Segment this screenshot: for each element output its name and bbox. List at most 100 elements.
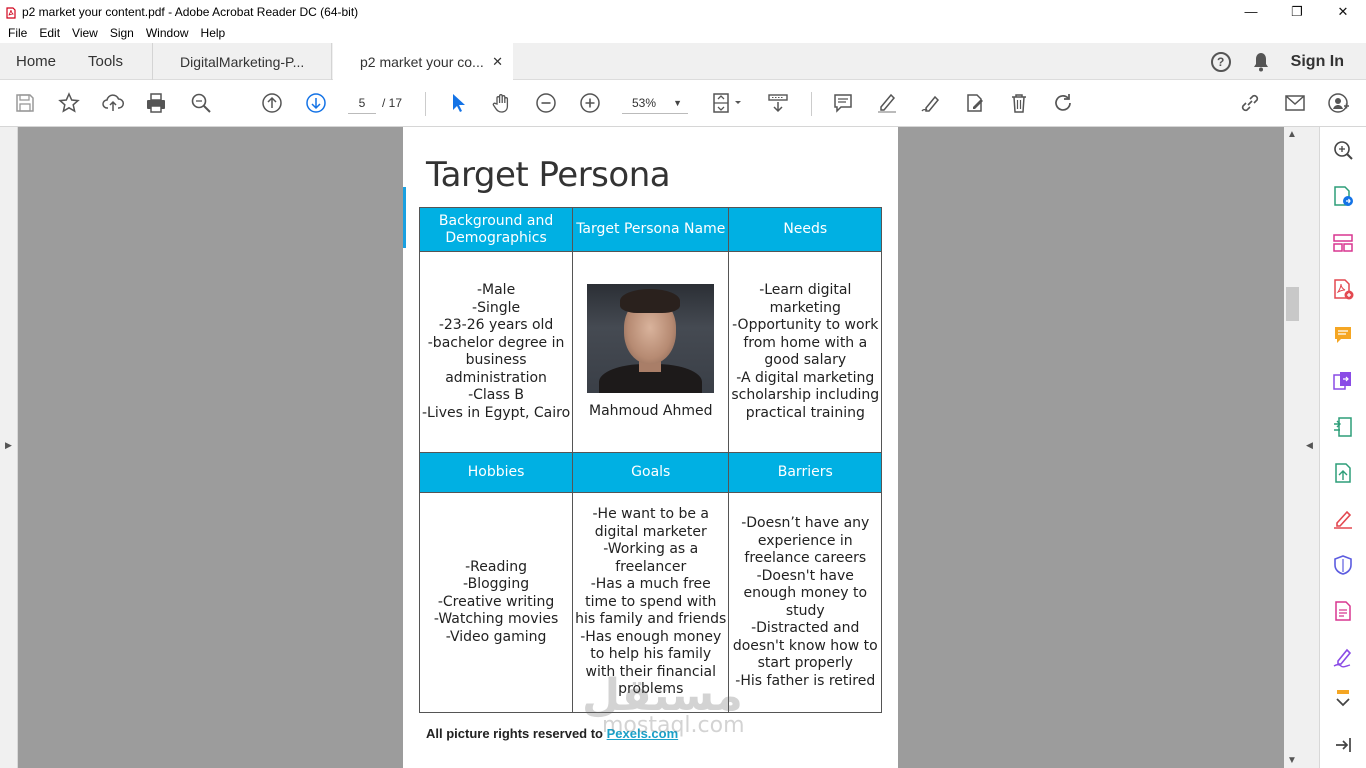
cell-line: -Video gaming (445, 628, 547, 645)
cell-line: -Doesn't have (756, 567, 854, 584)
cell-line: doesn't know how to (732, 637, 878, 654)
menu-bar: File Edit View Sign Window Help (0, 23, 1366, 43)
page-number-input[interactable]: 5 (348, 92, 376, 114)
export-pdf-icon[interactable] (1331, 184, 1355, 208)
upload-icon[interactable] (100, 90, 126, 116)
cell-line: digital marketer (594, 523, 707, 540)
document-viewer[interactable]: Target Persona Background and Demographi… (18, 127, 1284, 768)
combine-icon[interactable] (1331, 369, 1355, 393)
cell-line: to help his family (590, 646, 712, 663)
minimize-button[interactable]: — (1228, 0, 1274, 23)
comment-icon[interactable] (1331, 323, 1355, 347)
table-row: -Reading -Blogging -Creative writing -Watch… (418, 492, 883, 713)
page-title: Target Persona (426, 155, 671, 195)
toolbar-divider (811, 92, 812, 116)
organize-pages-icon[interactable] (1331, 231, 1355, 255)
chevron-down-icon: ▼ (673, 98, 682, 108)
menu-file[interactable]: File (8, 26, 27, 40)
goals-list: -He want to be a digital marketer -Working… (575, 506, 726, 699)
header-label: Barriers (777, 464, 833, 480)
restore-button[interactable]: ❐ (1274, 0, 1320, 23)
zoom-search-icon[interactable] (1331, 138, 1355, 162)
hand-icon[interactable] (489, 90, 515, 116)
delete-icon[interactable] (1006, 90, 1032, 116)
fill-sign-icon[interactable] (1331, 507, 1355, 531)
zoom-value: 53% (632, 96, 657, 110)
header-barriers: Barriers (728, 452, 883, 493)
print-icon[interactable] (143, 90, 169, 116)
background-list: -Male -Single -23-26 years old -bachelor de… (422, 282, 570, 422)
table-header-row: Background and Demographics Target Perso… (418, 207, 883, 252)
zoom-level-select[interactable]: 53% ▼ (622, 92, 688, 114)
zoom-in-icon[interactable] (577, 90, 603, 116)
help-icon[interactable]: ? (1210, 51, 1231, 72)
cell-line: start properly (757, 655, 853, 671)
needs-list: -Learn digital marketing -Opportunity to w… (731, 282, 879, 422)
page-down-icon[interactable] (303, 90, 329, 116)
collapse-panel-icon[interactable] (1331, 733, 1355, 757)
barriers-list: -Doesn’t have any experience in freelance … (731, 515, 879, 690)
table-row: -Male -Single -23-26 years old -bachelor de… (418, 251, 883, 453)
cell-barriers: -Doesn’t have any experience in freelance … (728, 492, 883, 713)
persona-photo (587, 283, 715, 393)
header-label: Hobbies (467, 464, 525, 480)
tab-document-digitalmarketing[interactable]: DigitalMarketing-P... (152, 43, 332, 80)
tab-document-active[interactable]: p2 market your co... ✕ (333, 43, 513, 81)
scroll-icon[interactable] (765, 90, 791, 116)
link-icon[interactable] (1237, 90, 1263, 116)
email-icon[interactable] (1282, 90, 1308, 116)
page-up-icon[interactable] (259, 90, 285, 116)
close-window-button[interactable]: ✕ (1320, 0, 1366, 23)
cell-line: -Class B (468, 387, 525, 403)
expand-icon[interactable] (1331, 689, 1355, 713)
menu-view[interactable]: View (72, 26, 98, 40)
scroll-up-icon[interactable]: ▲ (1287, 129, 1297, 140)
tab-home[interactable]: Home (16, 43, 56, 80)
edit-pdf-icon[interactable] (1331, 599, 1355, 623)
cell-line: -Lives in Egypt, Cairo (422, 404, 571, 421)
menu-sign[interactable]: Sign (110, 26, 134, 40)
select-arrow-icon[interactable] (445, 90, 471, 116)
fit-page-icon[interactable] (709, 90, 745, 116)
header-label: Goals (631, 464, 671, 480)
compress-icon[interactable] (1331, 415, 1355, 439)
right-panel-toggle[interactable]: ◀ (1301, 127, 1320, 768)
cell-line: -Creative writing (437, 593, 555, 610)
cell-line: -He want to be a (592, 506, 710, 523)
vertical-scrollbar[interactable]: ▲ ▼ (1284, 127, 1301, 768)
bell-icon[interactable] (1251, 52, 1271, 72)
scroll-down-icon[interactable]: ▼ (1287, 755, 1297, 766)
menu-edit[interactable]: Edit (39, 26, 60, 40)
collapse-right-icon: ◀ (1306, 440, 1313, 450)
picture-credit: All picture rights reserved to Pexels.co… (426, 726, 678, 741)
sign-in-button[interactable]: Sign In (1291, 53, 1344, 71)
cell-line: -Doesn’t have any (741, 515, 870, 531)
star-icon[interactable] (56, 90, 82, 116)
credit-text: All picture rights reserved to (426, 726, 607, 741)
request-sign-icon[interactable] (1331, 645, 1355, 669)
menu-window[interactable]: Window (146, 26, 189, 40)
convert-icon[interactable] (1331, 461, 1355, 485)
close-tab-icon[interactable]: ✕ (492, 54, 503, 70)
highlight-icon[interactable] (874, 90, 900, 116)
rotate-icon[interactable] (1050, 90, 1076, 116)
cell-line: -Distracted and (751, 620, 860, 636)
tab-tools[interactable]: Tools (88, 43, 123, 80)
left-panel-toggle[interactable]: ▶ (0, 127, 18, 768)
sign-icon[interactable] (918, 90, 944, 116)
search-icon[interactable] (188, 90, 214, 116)
cell-line: -Has a much free (590, 576, 711, 593)
create-pdf-icon[interactable] (1331, 277, 1355, 301)
zoom-out-icon[interactable] (533, 90, 559, 116)
cell-line: -Opportunity to work (732, 317, 879, 333)
scrollbar-thumb[interactable] (1286, 287, 1299, 321)
pexels-link[interactable]: Pexels.com (607, 726, 679, 741)
protect-icon[interactable] (1331, 553, 1355, 577)
menu-help[interactable]: Help (201, 26, 226, 40)
cell-line: freelance careers (744, 550, 867, 566)
comment-icon[interactable] (830, 90, 856, 116)
cell-line: enough money to (743, 585, 868, 601)
edit-icon[interactable] (962, 90, 988, 116)
share-user-icon[interactable] (1326, 90, 1352, 116)
save-icon[interactable] (12, 90, 38, 116)
